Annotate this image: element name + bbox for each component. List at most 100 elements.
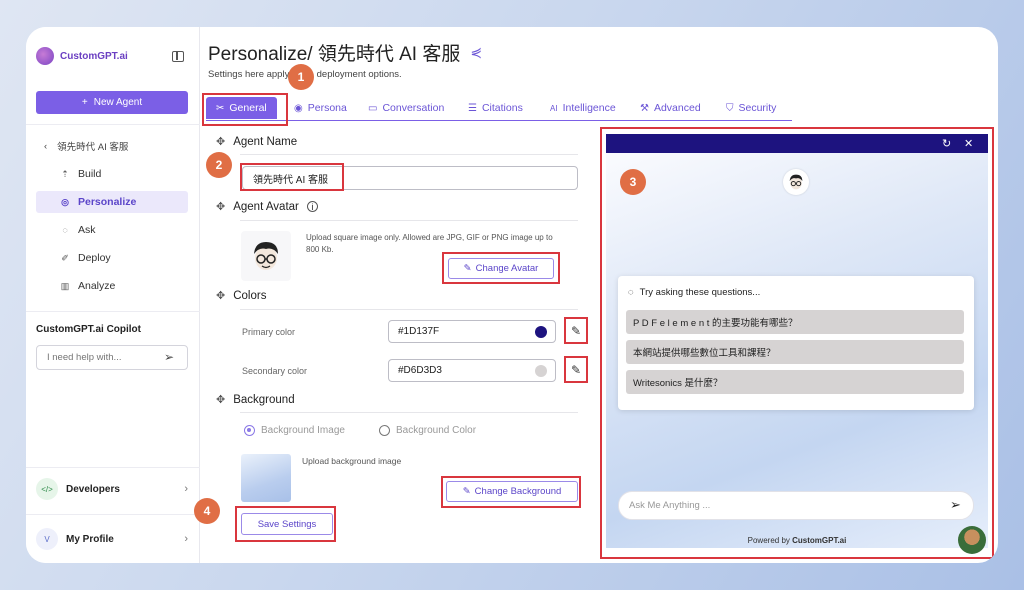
divider: [26, 514, 200, 515]
section-label: Agent Name: [233, 135, 298, 148]
secondary-color-swatch[interactable]: [535, 365, 547, 377]
annotation-badge: 2: [206, 152, 232, 178]
sidebar-item-label: Analyze: [78, 280, 116, 292]
tab-citations[interactable]: ☰ Citations: [468, 97, 523, 119]
tab-label: Conversation: [382, 102, 445, 114]
divider: [240, 154, 578, 155]
background-heading: ✥ Background: [216, 393, 295, 407]
divider: [240, 309, 578, 310]
sidebar-item-deploy[interactable]: ✐ Deploy: [36, 247, 188, 269]
persona-icon: ◉: [294, 102, 303, 114]
sidebar-item-label: Build: [78, 168, 102, 180]
chevron-right-icon: ›: [184, 533, 188, 545]
developers-link[interactable]: </> Developers ›: [36, 477, 188, 501]
developers-label: Developers: [66, 483, 120, 495]
plus-icon: +: [81, 97, 88, 108]
secondary-color-label: Secondary color: [242, 366, 308, 376]
sidebar-item-analyze[interactable]: ▥ Analyze: [36, 275, 188, 297]
chart-icon: ▥: [60, 280, 70, 291]
share-icon[interactable]: ⋞: [470, 44, 482, 61]
secondary-color-input[interactable]: #D6D3D3: [388, 359, 556, 382]
annotation-box-preview: [600, 127, 994, 559]
primary-color-input[interactable]: #1D137F: [388, 320, 556, 343]
drag-handle-icon: ✥: [216, 394, 226, 406]
palette-icon: ◎: [61, 196, 69, 207]
my-profile-label: My Profile: [66, 533, 114, 545]
sidebar-item-label: Ask: [78, 224, 96, 236]
annotation-box-secondary-edit: [564, 356, 588, 383]
info-icon[interactable]: i: [306, 201, 318, 212]
annotation-box-change-background: [441, 476, 581, 508]
tab-intelligence[interactable]: AI Intelligence: [550, 97, 616, 119]
background-thumbnail: [241, 454, 291, 502]
cartoon-avatar-icon: [254, 242, 278, 270]
subtitle-part-a: Settings here apply: [208, 69, 290, 80]
sidebar-item-build[interactable]: ⇡ Build: [36, 163, 188, 185]
tab-bar: ✂ General ◉ Persona ▭ Conversation ☰ Cit…: [206, 97, 792, 121]
my-profile-link[interactable]: V My Profile ›: [36, 527, 188, 551]
radio-label: Background Color: [396, 425, 477, 436]
section-label: Agent Avatar: [233, 200, 299, 213]
new-agent-label: New Agent: [93, 97, 143, 108]
page-title: Personalize/ 領先時代 AI 客服 ⋞: [208, 39, 482, 66]
annotation-box-change-avatar: [442, 252, 560, 284]
ai-icon: AI: [550, 103, 558, 113]
drag-handle-icon: ✥: [216, 136, 226, 148]
radio-unselected-icon: [379, 425, 390, 436]
sidebar-item-label: Deploy: [78, 252, 111, 264]
send-icon[interactable]: ➢: [164, 350, 174, 364]
tab-label: Security: [738, 102, 777, 114]
divider: [26, 467, 200, 468]
tab-label: Persona: [307, 102, 347, 114]
chevron-left-icon: ‹: [44, 140, 48, 152]
brand-logo[interactable]: CustomGPT.ai: [36, 47, 128, 65]
annotation-badge: 3: [620, 169, 646, 195]
divider: [26, 311, 200, 312]
shield-icon: ⛉: [726, 102, 734, 114]
agent-name-heading: ✥ Agent Name: [216, 135, 298, 149]
new-agent-button[interactable]: + New Agent: [36, 91, 188, 114]
annotation-box-general-tab: [202, 93, 288, 126]
upload-background-hint: Upload background image: [302, 456, 402, 466]
radio-label: Background Image: [261, 425, 345, 436]
radio-background-image[interactable]: Background Image: [244, 425, 345, 436]
tab-security[interactable]: ⛉ Security: [726, 97, 776, 119]
subtitle-part-b: deployment options.: [316, 69, 402, 80]
annotation-box-primary-edit: [564, 317, 588, 344]
back-to-agent[interactable]: ‹ 領先時代 AI 客服: [44, 139, 128, 154]
page-title-text: Personalize/ 領先時代 AI 客服: [208, 44, 461, 65]
primary-color-label: Primary color: [242, 327, 296, 337]
annotation-badge: 1: [288, 64, 314, 90]
tab-label: Citations: [481, 102, 523, 114]
wrench-icon: ⚒: [640, 102, 649, 114]
chat-icon: ◌: [62, 225, 68, 235]
build-icon: ⇡: [61, 168, 69, 179]
annotation-badge: 4: [194, 498, 220, 524]
sidebar-item-label: Personalize: [78, 196, 137, 208]
sidebar-item-ask[interactable]: ◌ Ask: [36, 219, 188, 241]
divider: [26, 124, 200, 125]
drag-handle-icon: ✥: [216, 290, 226, 302]
chevron-right-icon: ›: [184, 483, 188, 495]
copilot-title: CustomGPT.ai Copilot: [36, 324, 141, 335]
primary-color-value: #1D137F: [398, 326, 440, 337]
sidebar-item-personalize[interactable]: ◎ Personalize: [36, 191, 188, 213]
tab-advanced[interactable]: ⚒ Advanced: [640, 97, 701, 119]
code-icon: </>: [36, 478, 58, 500]
radio-background-color[interactable]: Background Color: [379, 425, 476, 436]
section-label: Colors: [233, 289, 267, 302]
divider: [240, 220, 578, 221]
primary-color-swatch[interactable]: [535, 326, 547, 338]
app-window: CustomGPT.ai + New Agent ‹ 領先時代 AI 客服 ⇡ …: [26, 27, 998, 563]
avatar: V: [36, 528, 58, 550]
sidebar-toggle-icon[interactable]: [172, 51, 184, 62]
tab-label: Advanced: [653, 102, 701, 114]
rocket-icon: ✐: [61, 252, 69, 263]
drag-handle-icon: ✥: [216, 201, 226, 213]
tab-persona[interactable]: ◉ Persona: [294, 97, 347, 119]
citations-icon: ☰: [468, 102, 477, 114]
tab-conversation[interactable]: ▭ Conversation: [368, 97, 444, 119]
secondary-color-value: #D6D3D3: [398, 365, 442, 376]
agent-avatar-heading: ✥ Agent Avatar i: [216, 200, 318, 213]
annotation-box-agent-name: [240, 163, 344, 191]
